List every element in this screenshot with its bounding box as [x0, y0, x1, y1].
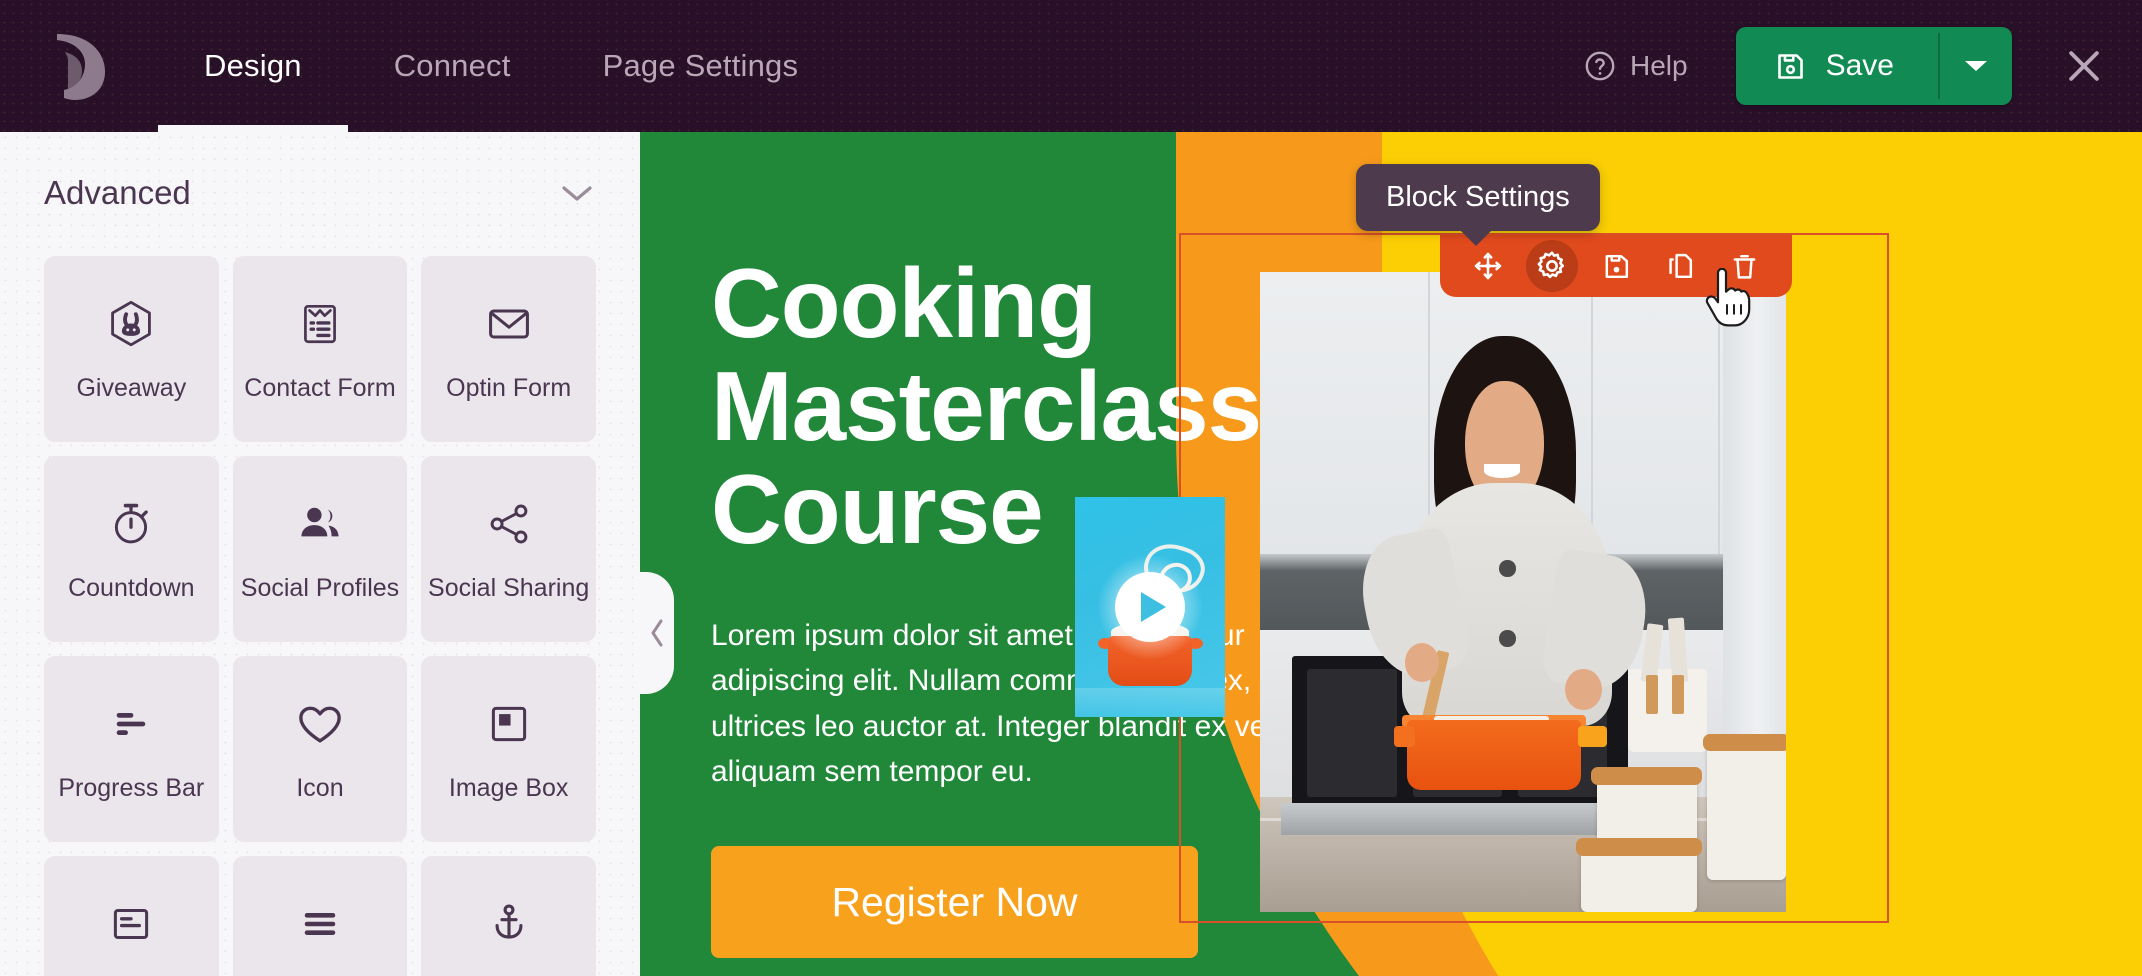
top-bar: Design Connect Page Settings Help Save	[0, 0, 2142, 132]
close-x-icon	[2069, 51, 2099, 81]
floppy-disk-icon	[1777, 53, 1803, 79]
widget-tile-progress-bar[interactable]: Progress Bar	[44, 656, 219, 842]
widget-tile-icon[interactable]: Icon	[232, 656, 408, 842]
widget-tile-grid: Giveaway Contact Form Optin Form Countdo…	[0, 212, 640, 976]
widget-tile-optin-form[interactable]: Optin Form	[421, 256, 596, 442]
save-button-group: Save	[1735, 27, 2012, 105]
heart-icon	[293, 696, 347, 752]
gear-icon	[1537, 251, 1565, 279]
icon-box-icon	[106, 896, 156, 952]
move-arrows-icon	[1474, 252, 1502, 280]
bar-lines-icon	[105, 696, 157, 752]
advanced-panel-header[interactable]: Advanced	[0, 132, 640, 212]
block-save-button[interactable]	[1590, 240, 1642, 292]
tab-design-label: Design	[204, 48, 302, 83]
tab-page-settings[interactable]: Page Settings	[557, 0, 845, 132]
help-button[interactable]: Help	[1569, 39, 1702, 93]
save-dropdown-button[interactable]	[1940, 27, 2012, 105]
register-now-button[interactable]: Register Now	[711, 846, 1198, 958]
clipboard-form-icon	[295, 296, 345, 352]
close-editor-button[interactable]	[2052, 34, 2116, 98]
widget-tile-label: Image Box	[448, 773, 569, 802]
video-thumbnail-block[interactable]	[1075, 497, 1225, 717]
widget-tile-giveaway[interactable]: Giveaway	[44, 256, 219, 442]
panel-collapse-button[interactable]	[558, 181, 596, 205]
widget-tile-label: Social Profiles	[240, 573, 400, 602]
trash-icon	[1733, 254, 1755, 279]
app-logo[interactable]	[0, 0, 158, 132]
floppy-disk-icon	[1605, 254, 1628, 278]
widget-tile-social-profiles[interactable]: Social Profiles	[232, 456, 408, 642]
play-triangle-icon	[1141, 592, 1166, 622]
widget-tile-anchor[interactable]: Anchor	[421, 856, 596, 976]
widget-tile-label: Progress Bar	[58, 773, 205, 802]
people-icon	[293, 496, 347, 552]
tooltip-label: Block Settings	[1386, 181, 1570, 213]
widget-tile-label: Social Sharing	[428, 573, 590, 602]
tab-connect-label: Connect	[393, 48, 511, 83]
top-bar-actions: Help Save	[1569, 27, 2142, 105]
widget-tile-image-box[interactable]: Image Box	[421, 656, 596, 842]
caret-down-icon	[1965, 61, 1987, 71]
main-nav-tabs: Design Connect Page Settings	[158, 0, 844, 132]
block-selection-frame	[1179, 233, 1889, 923]
widget-tile-icon-box[interactable]: Icon Box	[44, 856, 219, 976]
tab-connect[interactable]: Connect	[348, 0, 557, 132]
help-label: Help	[1630, 50, 1688, 81]
block-move-button[interactable]	[1462, 240, 1514, 292]
save-label: Save	[1825, 49, 1894, 82]
page-canvas: Cooking Masterclass Course Lorem ipsum d…	[640, 132, 2142, 976]
stopwatch-icon	[105, 496, 157, 552]
block-settings-tooltip: Block Settings	[1356, 164, 1600, 246]
register-now-label: Register Now	[831, 878, 1078, 925]
block-settings-button[interactable]	[1526, 240, 1578, 292]
page-builder-app: Design Connect Page Settings Help Save A…	[0, 0, 2142, 976]
widgets-sidebar: Advanced Giveaway Contact Form Optin For…	[0, 132, 640, 976]
image-box-icon	[484, 696, 534, 752]
panel-title: Advanced	[44, 174, 191, 211]
chevron-down-icon	[562, 186, 592, 201]
anchor-icon	[483, 896, 535, 952]
block-toolbar	[1440, 235, 1792, 297]
video-play-button[interactable]	[1115, 572, 1185, 642]
sidebar-collapse-handle[interactable]	[640, 572, 674, 694]
widget-tile-nav-menu[interactable]: Nav Menu	[232, 856, 408, 976]
tab-design[interactable]: Design	[158, 0, 348, 132]
widget-tile-contact-form[interactable]: Contact Form	[232, 256, 408, 442]
chevron-left-icon	[651, 619, 663, 647]
widget-tile-label: Optin Form	[446, 373, 572, 402]
save-button[interactable]: Save	[1736, 27, 1938, 105]
widget-tile-label: Countdown	[68, 573, 195, 602]
widget-tile-label: Icon	[296, 773, 344, 802]
rabbit-hexagon-icon	[105, 296, 157, 352]
share-nodes-icon	[483, 496, 535, 552]
envelope-icon	[483, 296, 535, 352]
widget-tile-label: Giveaway	[76, 373, 187, 402]
block-duplicate-button[interactable]	[1654, 240, 1706, 292]
widget-tile-label: Contact Form	[244, 373, 396, 402]
hamburger-menu-icon	[294, 896, 346, 952]
widget-tile-social-sharing[interactable]: Social Sharing	[421, 456, 596, 642]
widget-tile-countdown[interactable]: Countdown	[44, 456, 219, 642]
question-circle-icon	[1585, 51, 1615, 81]
block-delete-button[interactable]	[1718, 240, 1770, 292]
tab-page-settings-label: Page Settings	[602, 48, 799, 83]
leaf-logo-icon	[57, 34, 105, 100]
duplicate-icon	[1668, 253, 1692, 278]
